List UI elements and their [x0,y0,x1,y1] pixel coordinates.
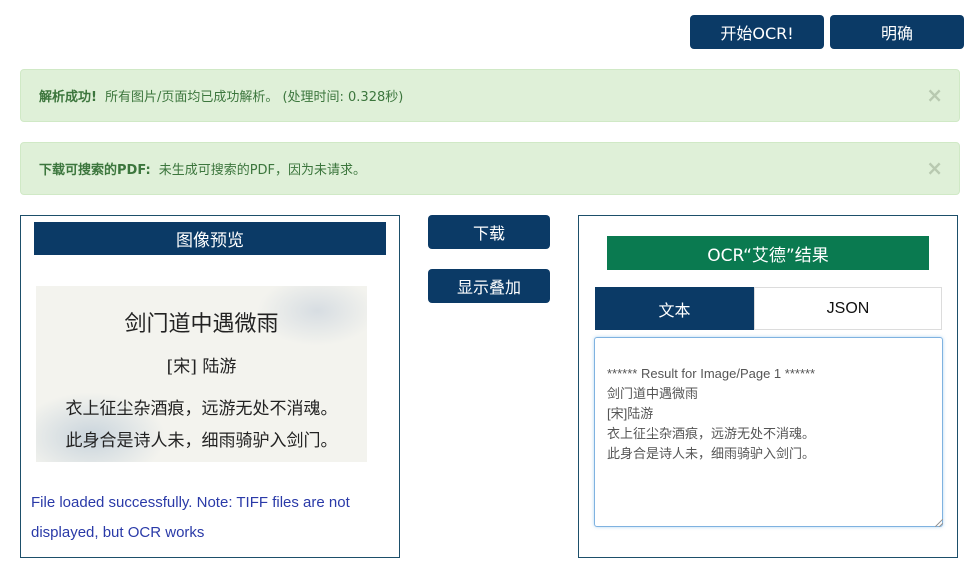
ocr-result-panel: OCR“艾德”结果 文本 JSON ****** Result for Imag… [578,215,958,558]
download-button[interactable]: 下载 [428,215,550,249]
parse-success-alert: 解析成功! 所有图片/页面均已成功解析。 (处理时间: 0.328秒) × [20,69,960,122]
preview-title: 图像预览 [34,222,386,255]
alert-message: 未生成可搜索的PDF，因为未请求。 [158,163,367,178]
preview-image: 剑门道中遇微雨 [宋] 陆游 衣上征尘杂酒痕，远游无处不消魂。 此身合是诗人未，… [36,286,367,462]
alert-title: 解析成功! [39,90,97,105]
start-ocr-button[interactable]: 开始OCR! [690,15,824,49]
poem-line: 衣上征尘杂酒痕，远游无处不消魂。 [65,399,338,419]
result-title: OCR“艾德”结果 [607,236,929,270]
poem-author: [宋] 陆游 [166,357,237,377]
poem-title: 剑门道中遇微雨 [124,312,279,337]
close-icon[interactable]: × [926,82,943,106]
searchable-pdf-alert: 下载可搜索的PDF: 未生成可搜索的PDF，因为未请求。 × [20,142,960,195]
resize-handle-icon[interactable] [935,519,943,527]
poem-line: 此身合是诗人未，细雨骑驴入剑门。 [65,431,338,451]
show-overlay-button[interactable]: 显示叠加 [428,269,550,303]
image-preview-panel: 图像预览 剑门道中遇微雨 [宋] 陆游 衣上征尘杂酒痕，远游无处不消魂。 此身合… [20,215,400,558]
alert-message: 所有图片/页面均已成功解析。 (处理时间: 0.328秒) [104,90,404,105]
tab-json[interactable]: JSON [754,287,942,330]
result-textarea[interactable]: ****** Result for Image/Page 1 ****** 剑门… [594,337,943,527]
file-status-note: File loaded successfully. Note: TIFF fil… [31,494,350,541]
alert-title: 下载可搜索的PDF: [39,163,151,178]
tab-text[interactable]: 文本 [595,287,754,330]
close-icon[interactable]: × [926,155,943,179]
clear-button[interactable]: 明确 [830,15,964,49]
